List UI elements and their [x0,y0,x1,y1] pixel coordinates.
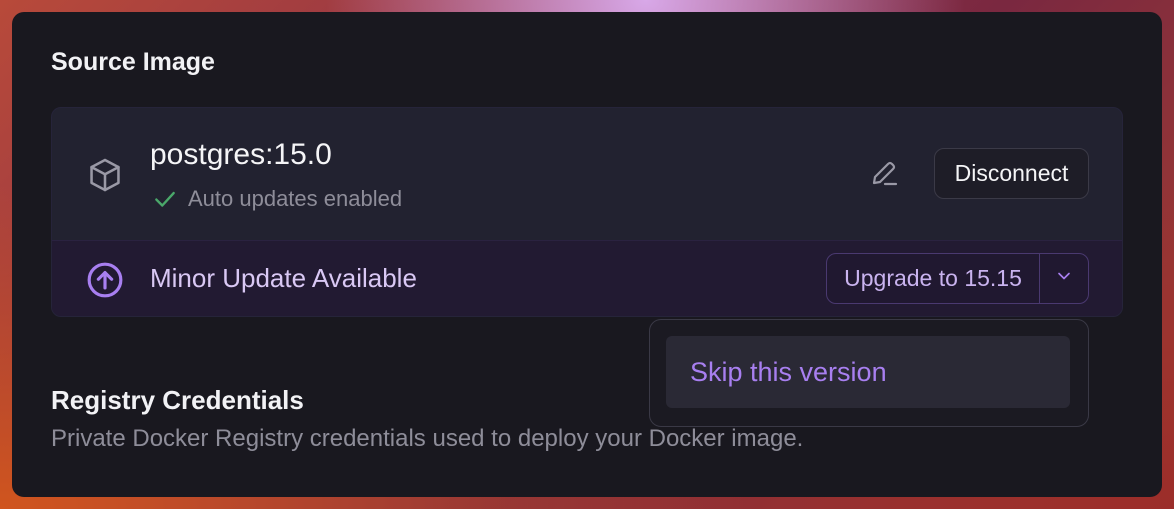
settings-panel: Source Image postgres:15.0 Auto updates … [12,12,1162,497]
auto-updates-label: Auto updates enabled [188,186,403,211]
source-image-card: postgres:15.0 Auto updates enabled Disco… [51,107,1123,317]
section-title-registry-credentials: Registry Credentials [51,385,304,415]
arrow-up-circle-icon [86,261,124,299]
section-title-source-image: Source Image [51,48,215,76]
pencil-icon [864,161,904,198]
auto-updates-status: Auto updates enabled [152,186,402,212]
upgrade-button[interactable]: Upgrade to 15.15 [827,254,1040,303]
update-available-bar: Minor Update Available Upgrade to 15.15 [52,240,1122,316]
box-icon [86,156,124,194]
check-icon [152,186,178,212]
edit-image-button[interactable] [864,154,904,194]
upgrade-options-menu: Skip this version [649,319,1089,427]
upgrade-options-toggle[interactable] [1040,254,1088,303]
disconnect-button[interactable]: Disconnect [934,148,1089,199]
registry-description: Private Docker Registry credentials used… [51,425,804,452]
chevron-down-icon [1054,266,1074,291]
upgrade-split-button: Upgrade to 15.15 [826,253,1089,304]
image-name: postgres:15.0 [150,138,332,171]
menu-item-skip-version[interactable]: Skip this version [666,336,1070,408]
update-message: Minor Update Available [150,263,417,293]
